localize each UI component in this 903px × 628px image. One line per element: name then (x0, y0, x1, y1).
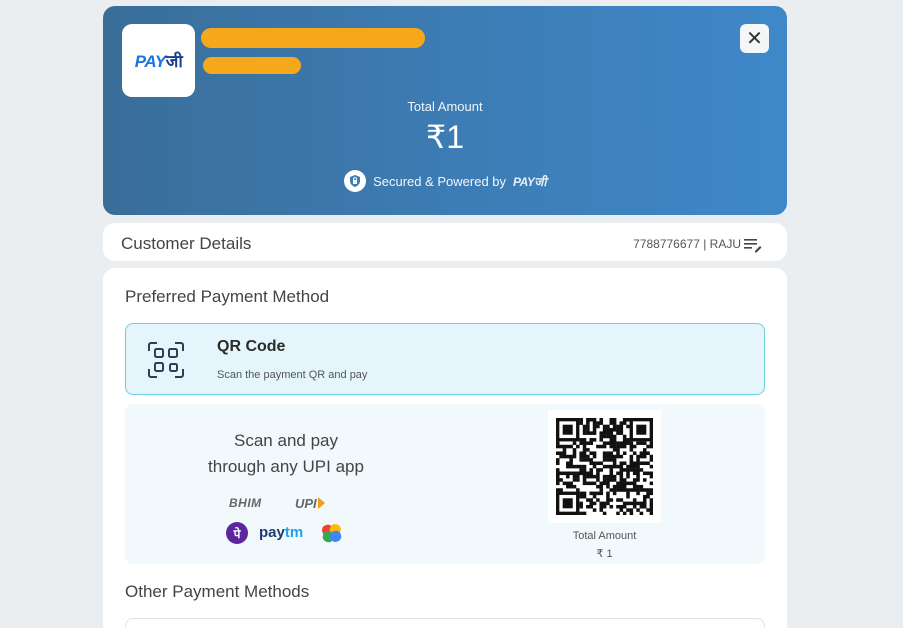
qr-panel: Scan and pay through any UPI app BHIM UP… (125, 404, 765, 564)
scan-line-1: Scan and pay (234, 431, 338, 450)
customer-info: 7788776677 | RAJU (633, 237, 741, 251)
scan-instructions: Scan and pay through any UPI app (181, 428, 391, 480)
payji-logo: PAYजी (134, 52, 183, 71)
total-amount-value: ₹1 (425, 119, 465, 155)
gpay-icon (322, 524, 342, 543)
qr-code-option[interactable]: QR Code Scan the payment QR and pay (125, 323, 765, 395)
redacted-merchant-name (201, 28, 425, 48)
qr-total-value: ₹ 1 (596, 548, 613, 560)
secured-text: Secured & Powered by (373, 173, 507, 189)
powered-by-logo: PAYजी (513, 174, 546, 189)
secured-badge: Secured & Powered by PAYजी (103, 170, 787, 192)
close-button[interactable]: ✕ (740, 24, 769, 53)
other-payment-title: Other Payment Methods (125, 582, 310, 601)
merchant-logo: PAYजी (122, 24, 195, 97)
redacted-merchant-id (203, 57, 301, 74)
customer-details-title: Customer Details (121, 234, 252, 253)
close-icon: ✕ (746, 27, 763, 50)
qr-total-label: Total Amount (572, 530, 637, 542)
edit-list-icon (744, 239, 762, 253)
paytm-logo: paytm (259, 524, 304, 541)
phonepe-icon: पे (226, 522, 248, 544)
total-amount-label: Total Amount (407, 99, 483, 114)
qr-code-image (548, 410, 661, 523)
shield-icon (344, 170, 367, 192)
preferred-payment-title: Preferred Payment Method (125, 287, 330, 306)
other-payment-option[interactable] (125, 618, 765, 628)
qr-scan-icon (148, 342, 184, 378)
payment-header: PAYजी ✕ Total Amount ₹1 Secured & Powere… (103, 6, 787, 215)
scan-line-2: through any UPI app (208, 457, 364, 476)
customer-details-bar: Customer Details 7788776677 | RAJU (103, 223, 787, 261)
upi-logo: UPI (295, 496, 325, 511)
edit-customer-button[interactable] (743, 236, 763, 254)
payment-methods-card: Preferred Payment Method QR Code Scan th… (103, 268, 787, 628)
qr-option-title: QR Code (217, 338, 286, 355)
bhim-logo: BHIM (229, 496, 262, 510)
qr-option-subtitle: Scan the payment QR and pay (217, 369, 368, 381)
